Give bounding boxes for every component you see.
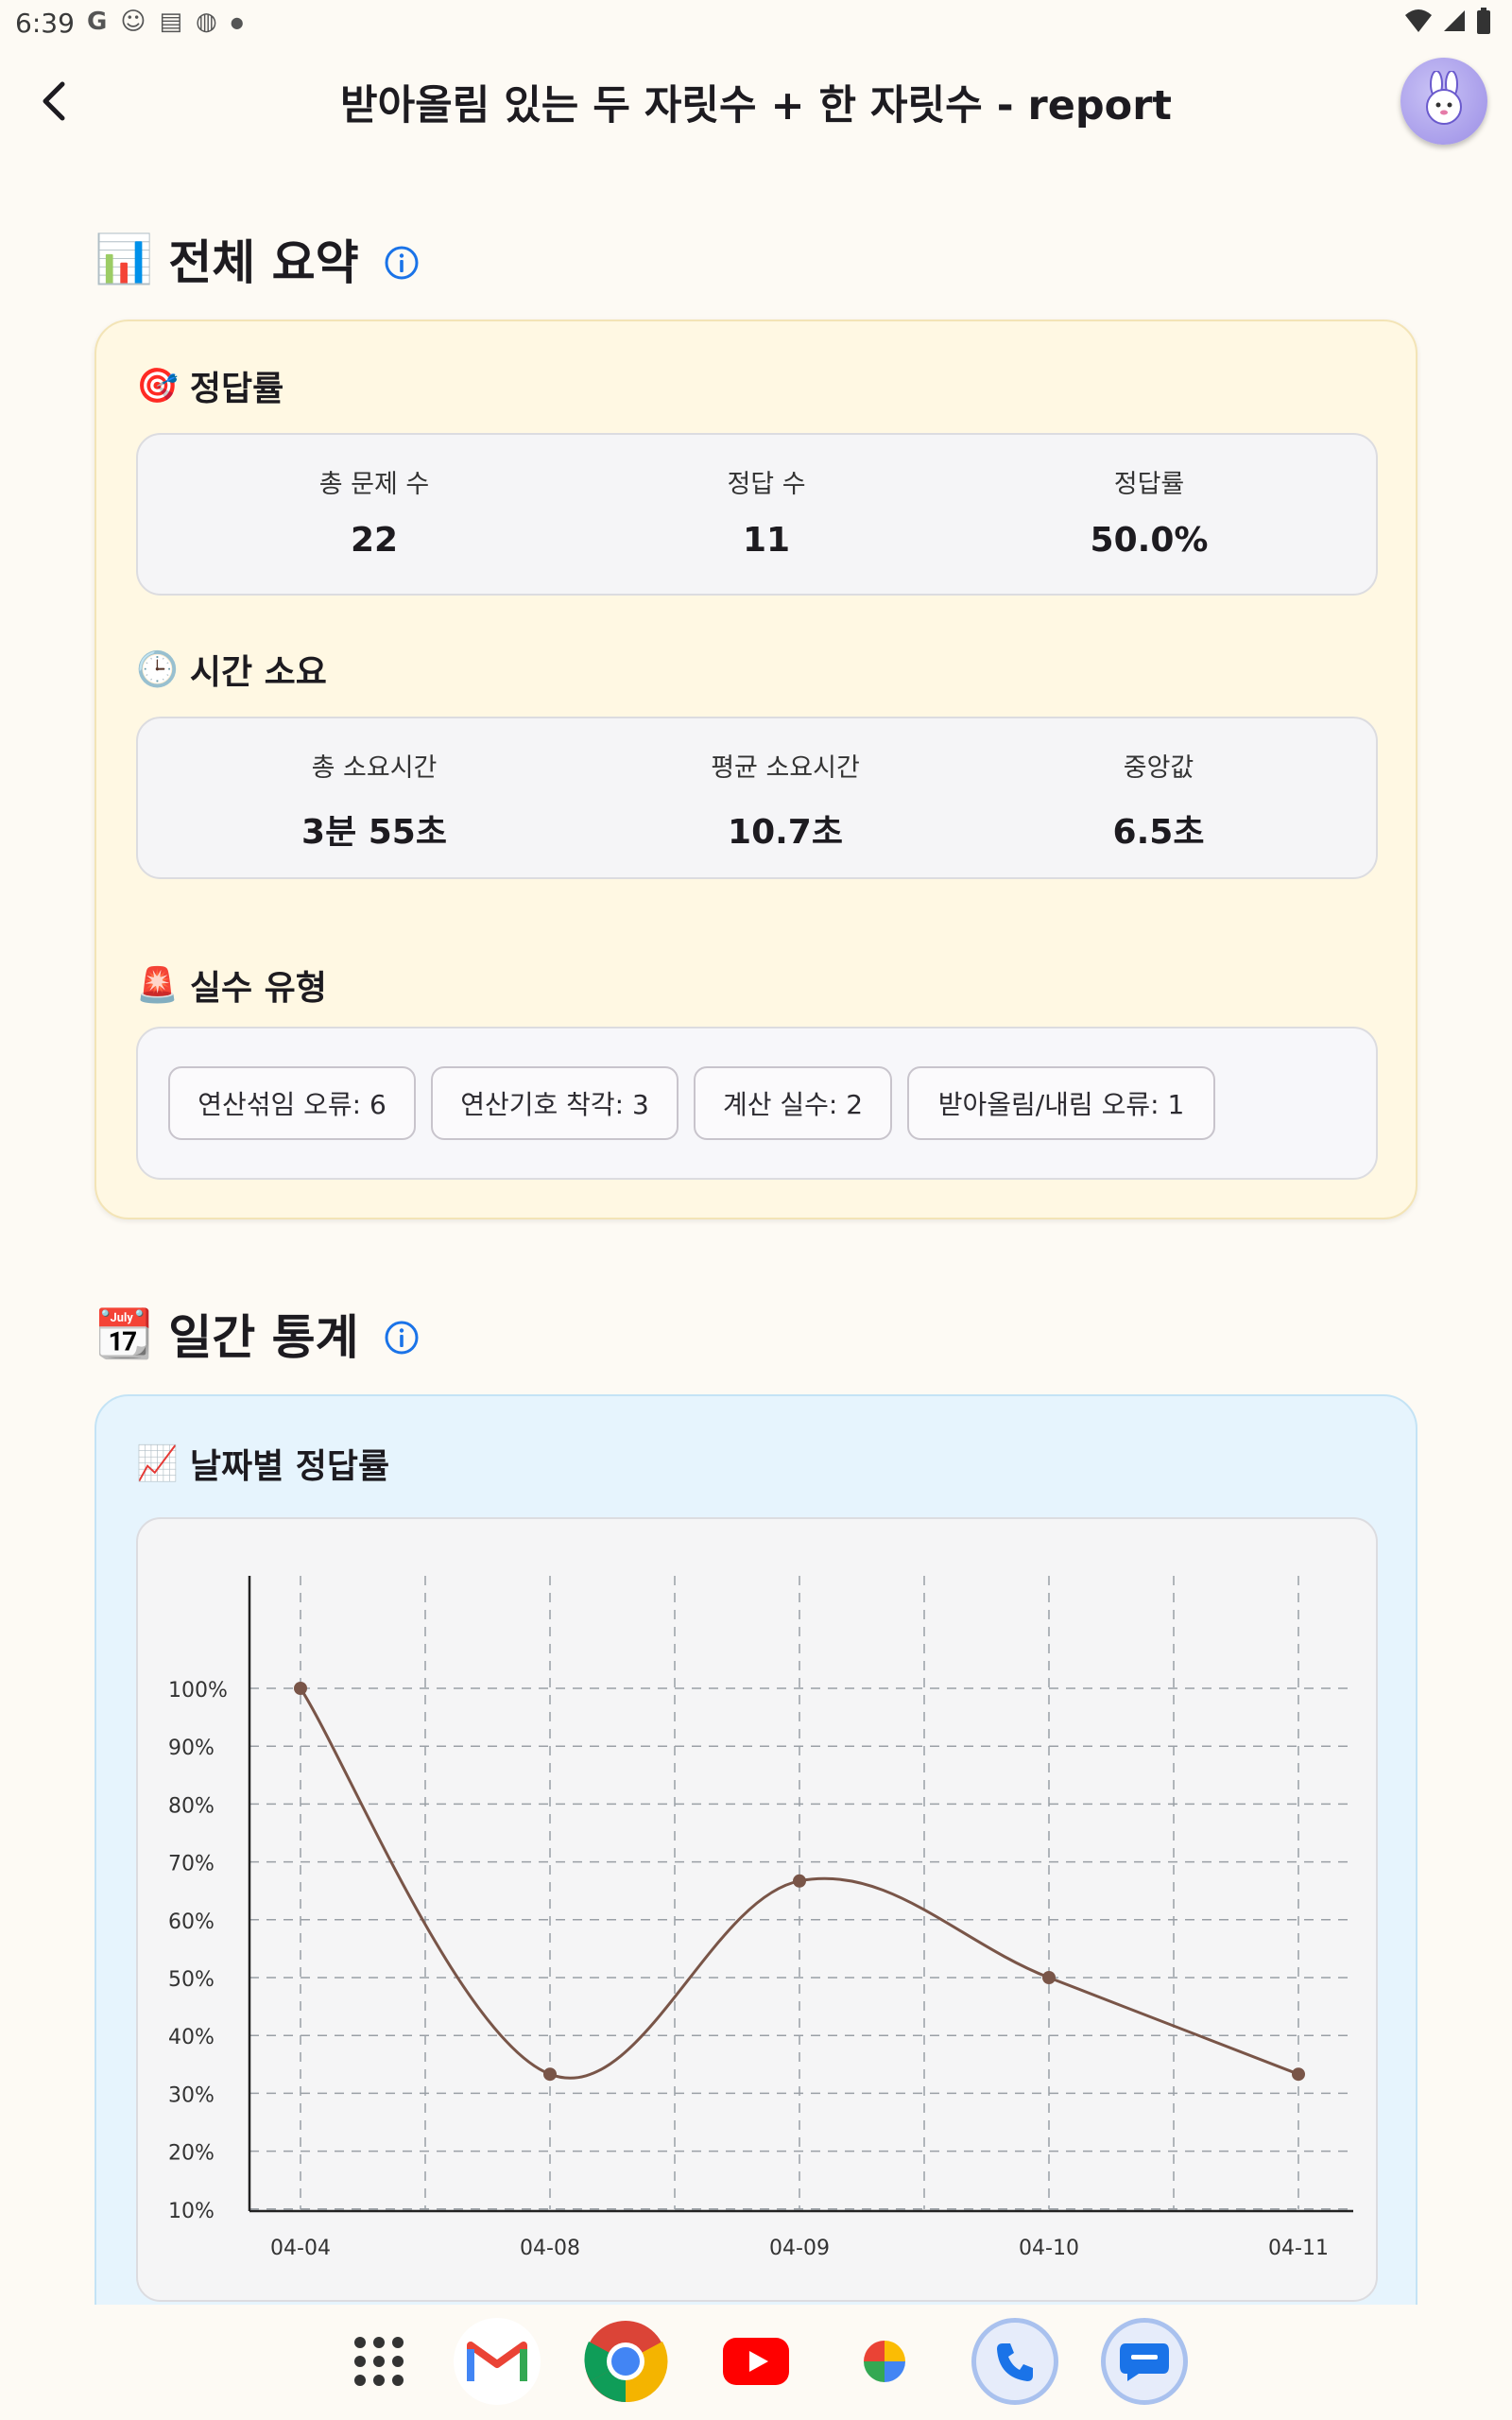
x-tick-label: 04-10 xyxy=(1019,2237,1079,2260)
status-time: 6:39 xyxy=(15,8,75,39)
y-tick-label: 100% xyxy=(168,1679,228,1703)
y-tick-label: 30% xyxy=(168,2083,215,2107)
stat-label: 정답 수 xyxy=(727,470,806,499)
globe-icon: ◍ xyxy=(196,8,217,36)
rabbit-avatar-icon xyxy=(1426,71,1462,125)
status-bar: 6:39 G ☺ ▤ ◍ ● xyxy=(0,0,1512,47)
error-chip[interactable]: 받아올림/내림 오류: 1 xyxy=(907,1066,1215,1140)
stat-value: 50.0% xyxy=(1090,521,1209,560)
stat-total-time: 총 소요시간 3분 55초 xyxy=(251,747,497,854)
data-point xyxy=(1042,1971,1056,1984)
time-header: 🕒 시간 소요 xyxy=(136,645,327,694)
bar-chart-icon: 📊 xyxy=(94,231,154,286)
phone-icon[interactable] xyxy=(971,2318,1058,2405)
app-drawer-icon[interactable] xyxy=(335,2318,422,2405)
daily-header: 📆 일간 통계 xyxy=(94,1300,420,1368)
dot-icon: ● xyxy=(230,13,244,31)
error-chip[interactable]: 계산 실수: 2 xyxy=(694,1066,892,1140)
data-point xyxy=(793,1874,806,1888)
target-icon: 🎯 xyxy=(136,367,179,406)
x-tick-label: 04-04 xyxy=(270,2237,331,2260)
google-icon: G xyxy=(87,8,108,36)
daily-card: 📈 날짜별 정답률 10% 20% 30% 40% 50% 60% 70% 80% 90% 100… xyxy=(94,1394,1418,2420)
app-bar: 받아올림 있는 두 자릿수 + 한 자릿수 - report xyxy=(0,52,1512,156)
y-tick-label: 80% xyxy=(168,1794,215,1818)
chart-header: 📈 날짜별 정답률 xyxy=(136,1439,389,1488)
summary-title: 전체 요약 xyxy=(168,235,359,290)
status-icons-left: G ☺ ▤ ◍ ● xyxy=(87,8,244,36)
y-tick-label: 20% xyxy=(168,2142,215,2166)
errors-box: 연산섞임 오류: 6 연산기호 착각: 3 계산 실수: 2 받아올림/내림 오… xyxy=(136,1027,1378,1180)
stat-value: 22 xyxy=(350,521,399,560)
stat-correct-count: 정답 수 11 xyxy=(662,463,870,560)
signal-icon xyxy=(1444,10,1465,31)
stat-median-time: 중앙값 6.5초 xyxy=(1074,747,1244,854)
chart-increasing-icon: 📈 xyxy=(136,1444,179,1483)
accuracy-stats: 총 문제 수 22 정답 수 11 정답률 50.0% xyxy=(136,433,1378,596)
x-tick-label: 04-09 xyxy=(769,2237,830,2260)
page-title: 받아올림 있는 두 자릿수 + 한 자릿수 - report xyxy=(340,82,1172,130)
stat-label: 총 문제 수 xyxy=(318,470,430,499)
battery-icon xyxy=(1477,8,1490,34)
stat-label: 총 소요시간 xyxy=(311,753,438,783)
time-stats: 총 소요시간 3분 55초 평균 소요시간 10.7초 중앙값 6.5초 xyxy=(136,717,1378,879)
x-tick-label: 04-11 xyxy=(1268,2237,1329,2260)
stat-average-time: 평균 소요시간 10.7초 xyxy=(653,747,918,854)
stat-label: 정답률 xyxy=(1113,470,1185,499)
gmail-icon[interactable] xyxy=(454,2318,541,2405)
stat-value: 11 xyxy=(742,521,791,560)
accuracy-header: 🎯 정답률 xyxy=(136,361,284,410)
messages-icon[interactable] xyxy=(1101,2318,1188,2405)
nav-bar xyxy=(0,2305,1512,2420)
y-tick-label: 70% xyxy=(168,1853,215,1876)
info-icon[interactable] xyxy=(384,245,420,281)
data-point xyxy=(1292,2067,1305,2082)
calendar-icon: ▤ xyxy=(159,8,183,36)
stat-label: 중앙값 xyxy=(1123,753,1194,783)
y-tick-label: 90% xyxy=(168,1737,215,1760)
chart-container: 10% 20% 30% 40% 50% 60% 70% 80% 90% 100% 04-04 04-0… xyxy=(136,1517,1378,2302)
y-tick-label: 60% xyxy=(168,1910,215,1934)
stat-value: 3분 55초 xyxy=(301,813,447,852)
y-tick-label: 40% xyxy=(168,2026,215,2049)
stat-value: 10.7초 xyxy=(728,813,843,852)
line-chart: 10% 20% 30% 40% 50% 60% 70% 80% 90% 100% 04-04 04-0… xyxy=(168,1576,1353,2260)
siren-icon: 🚨 xyxy=(136,966,179,1005)
daily-title: 일간 통계 xyxy=(168,1310,359,1365)
avatar[interactable] xyxy=(1400,58,1487,145)
errors-header: 🚨 실수 유형 xyxy=(136,960,327,1010)
stat-label: 평균 소요시간 xyxy=(711,753,860,783)
y-tick-label: 10% xyxy=(168,2200,215,2223)
stat-accuracy-rate: 정답률 50.0% xyxy=(1045,463,1253,560)
calendar-icon: 📆 xyxy=(94,1305,154,1361)
photos-icon[interactable] xyxy=(841,2318,928,2405)
error-chip[interactable]: 연산기호 착각: 3 xyxy=(431,1066,679,1140)
stat-value: 6.5초 xyxy=(1112,813,1205,852)
errors-title: 실수 유형 xyxy=(189,969,327,1008)
face-icon: ☺ xyxy=(120,8,146,36)
error-chip[interactable]: 연산섞임 오류: 6 xyxy=(168,1066,416,1140)
accuracy-title: 정답률 xyxy=(189,370,284,408)
youtube-icon[interactable] xyxy=(713,2318,799,2405)
stat-total-problems: 총 문제 수 22 xyxy=(270,463,478,560)
info-icon[interactable] xyxy=(384,1320,420,1356)
status-icons-right xyxy=(1404,8,1491,34)
x-tick-label: 04-08 xyxy=(520,2237,580,2260)
chart-title: 날짜별 정답률 xyxy=(189,1447,390,1486)
chrome-icon[interactable] xyxy=(582,2318,669,2405)
wifi-icon xyxy=(1405,9,1432,32)
time-title: 시간 소요 xyxy=(189,653,327,692)
data-point xyxy=(294,1682,307,1695)
y-tick-label: 50% xyxy=(168,1968,215,1992)
summary-card: 🎯 정답률 총 문제 수 22 정답 수 11 정답률 50.0% 🕒 시간 소… xyxy=(94,320,1418,1219)
data-point xyxy=(543,2067,557,2082)
clock-icon: 🕒 xyxy=(136,650,179,689)
summary-header: 📊 전체 요약 xyxy=(94,225,420,293)
